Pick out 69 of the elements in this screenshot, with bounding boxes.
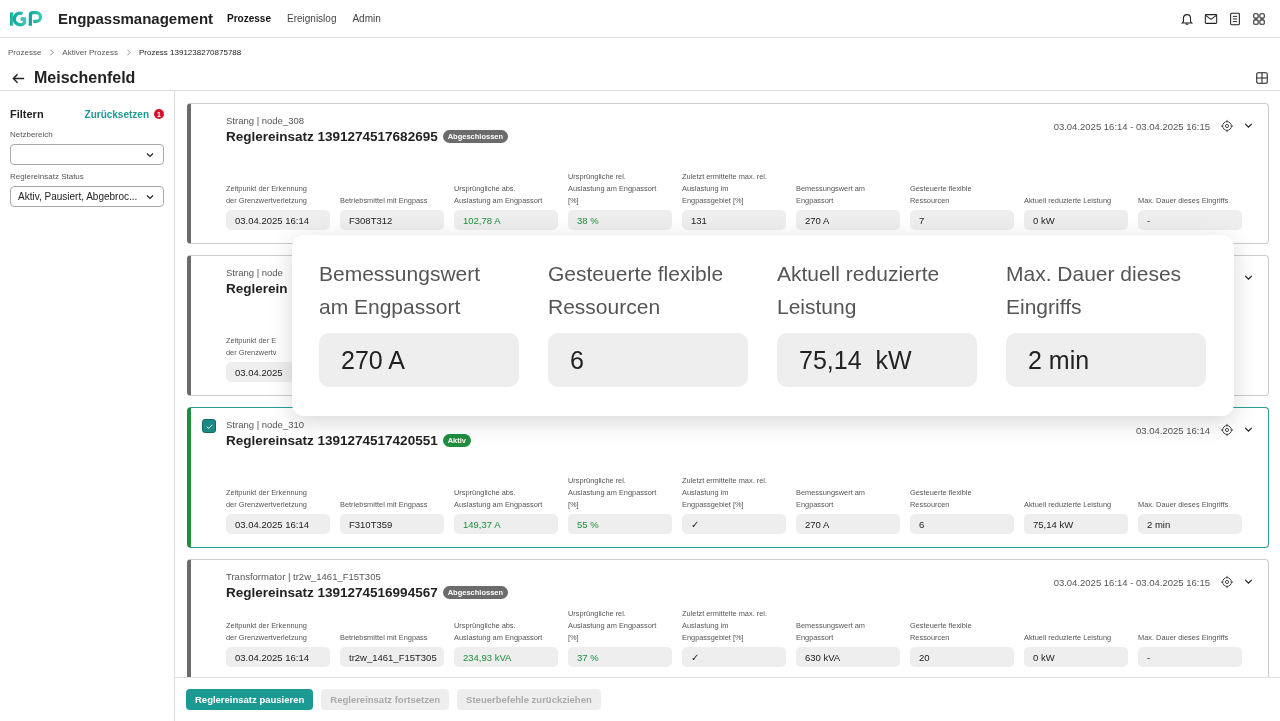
card-subtitle: Strang | node_308 xyxy=(226,115,305,126)
app-title: Engpassmanagement xyxy=(58,10,214,27)
value-field: 55 % xyxy=(568,514,672,534)
breadcrumb-link[interactable]: Aktiver Prozess xyxy=(62,47,118,57)
logo-icon xyxy=(10,10,43,27)
field-label: Max. Dauer dieses Eingriffs xyxy=(1006,261,1183,320)
card-subtitle: Transformator | tr2w_1461_F15T305 xyxy=(226,571,382,582)
document-icon[interactable] xyxy=(1228,11,1242,26)
value-field: 6 xyxy=(548,333,748,387)
checkbox[interactable] xyxy=(202,419,216,433)
value-field: 270 A xyxy=(796,514,900,534)
mail-icon[interactable] xyxy=(1204,11,1218,26)
card-title: Reglereinsatz 1391274516994567 xyxy=(226,585,438,600)
value-field: - xyxy=(1138,647,1242,667)
page-title: Meischenfeld xyxy=(34,69,136,87)
target-icon[interactable] xyxy=(1220,423,1234,437)
value-field: 6 xyxy=(910,514,1014,534)
value-field: ✓ xyxy=(682,514,786,534)
target-icon[interactable] xyxy=(1220,119,1234,133)
card-subtitle: Strang | node xyxy=(226,267,284,278)
nav-link[interactable]: Admin xyxy=(352,13,381,24)
value-field: tr2w_1461_F15T305 xyxy=(340,647,444,667)
field-label: Netzbereich xyxy=(10,130,54,139)
time-range: 03.04.2025 16:14 xyxy=(1136,425,1210,436)
field-label: Reglereinsatz Status xyxy=(10,172,85,181)
value-field: 75,14 kW xyxy=(1024,514,1128,534)
nav-link[interactable]: Prozesse xyxy=(227,13,271,24)
value-field: 03.04.2025 16:14 xyxy=(226,210,330,230)
value-field: 75,14 kW xyxy=(777,333,977,387)
value-field: 2 min xyxy=(1138,514,1242,534)
value-field: 38 % xyxy=(568,210,672,230)
value-field: 20 xyxy=(910,647,1014,667)
filter-title: Filtern xyxy=(10,108,44,120)
card-title: Reglereinsatz 1391274517682695 xyxy=(226,129,438,144)
value-field: 270 A xyxy=(319,333,519,387)
time-range: 03.04.2025 16:14 - 03.04.2025 16:15 xyxy=(1053,121,1210,132)
card-title: Reglereinsatz 1391274517420551 xyxy=(226,433,438,448)
value-field: - xyxy=(1138,210,1242,230)
target-icon[interactable] xyxy=(1220,575,1234,589)
time-range: 03.04.2025 16:14 - 03.04.2025 16:15 xyxy=(1053,577,1210,588)
value-field: ✓ xyxy=(682,647,786,667)
breadcrumb-link[interactable]: Prozess 1391238270875788 xyxy=(138,47,242,57)
value-field: 131 xyxy=(682,210,786,230)
value-field: 7 xyxy=(910,210,1014,230)
bell-icon[interactable] xyxy=(1180,11,1194,26)
layout-icon[interactable] xyxy=(1255,71,1269,85)
dropdown[interactable]: Aktiv, Pausiert, Abgebroc... xyxy=(10,186,164,207)
value-field: 270 A xyxy=(796,210,900,230)
card-subtitle: Strang | node_310 xyxy=(226,419,305,430)
card-title: Reglerein xyxy=(226,281,288,296)
value-field: 234,93 kVA xyxy=(454,647,558,667)
field-label: Aktuell reduzierte Leistung xyxy=(777,261,941,320)
apps-grid-icon[interactable] xyxy=(1252,11,1266,26)
nav-link[interactable]: Ereignislog xyxy=(286,13,337,24)
field-label: Bemessungswert am Engpassort xyxy=(319,261,482,320)
value-field: 03.04.2025 16:14 xyxy=(226,647,330,667)
value-field: 149,37 A xyxy=(454,514,558,534)
value-field: 0 kW xyxy=(1024,647,1128,667)
value-field: 2 min xyxy=(1006,333,1206,387)
value-field: F308T312 xyxy=(340,210,444,230)
field-label: Gesteuerte flexible Ressourcen xyxy=(548,261,725,320)
value-field: 102,78 A xyxy=(454,210,558,230)
chevron-right-icon xyxy=(47,47,57,57)
value-field: 630 kVA xyxy=(796,647,900,667)
value-field: 03.04.2025 16:14 xyxy=(226,514,330,534)
breadcrumb-link[interactable]: Prozesse xyxy=(8,47,42,57)
value-field: 0 kW xyxy=(1024,210,1128,230)
value-field: F310T359 xyxy=(340,514,444,534)
value-field: 37 % xyxy=(568,647,672,667)
